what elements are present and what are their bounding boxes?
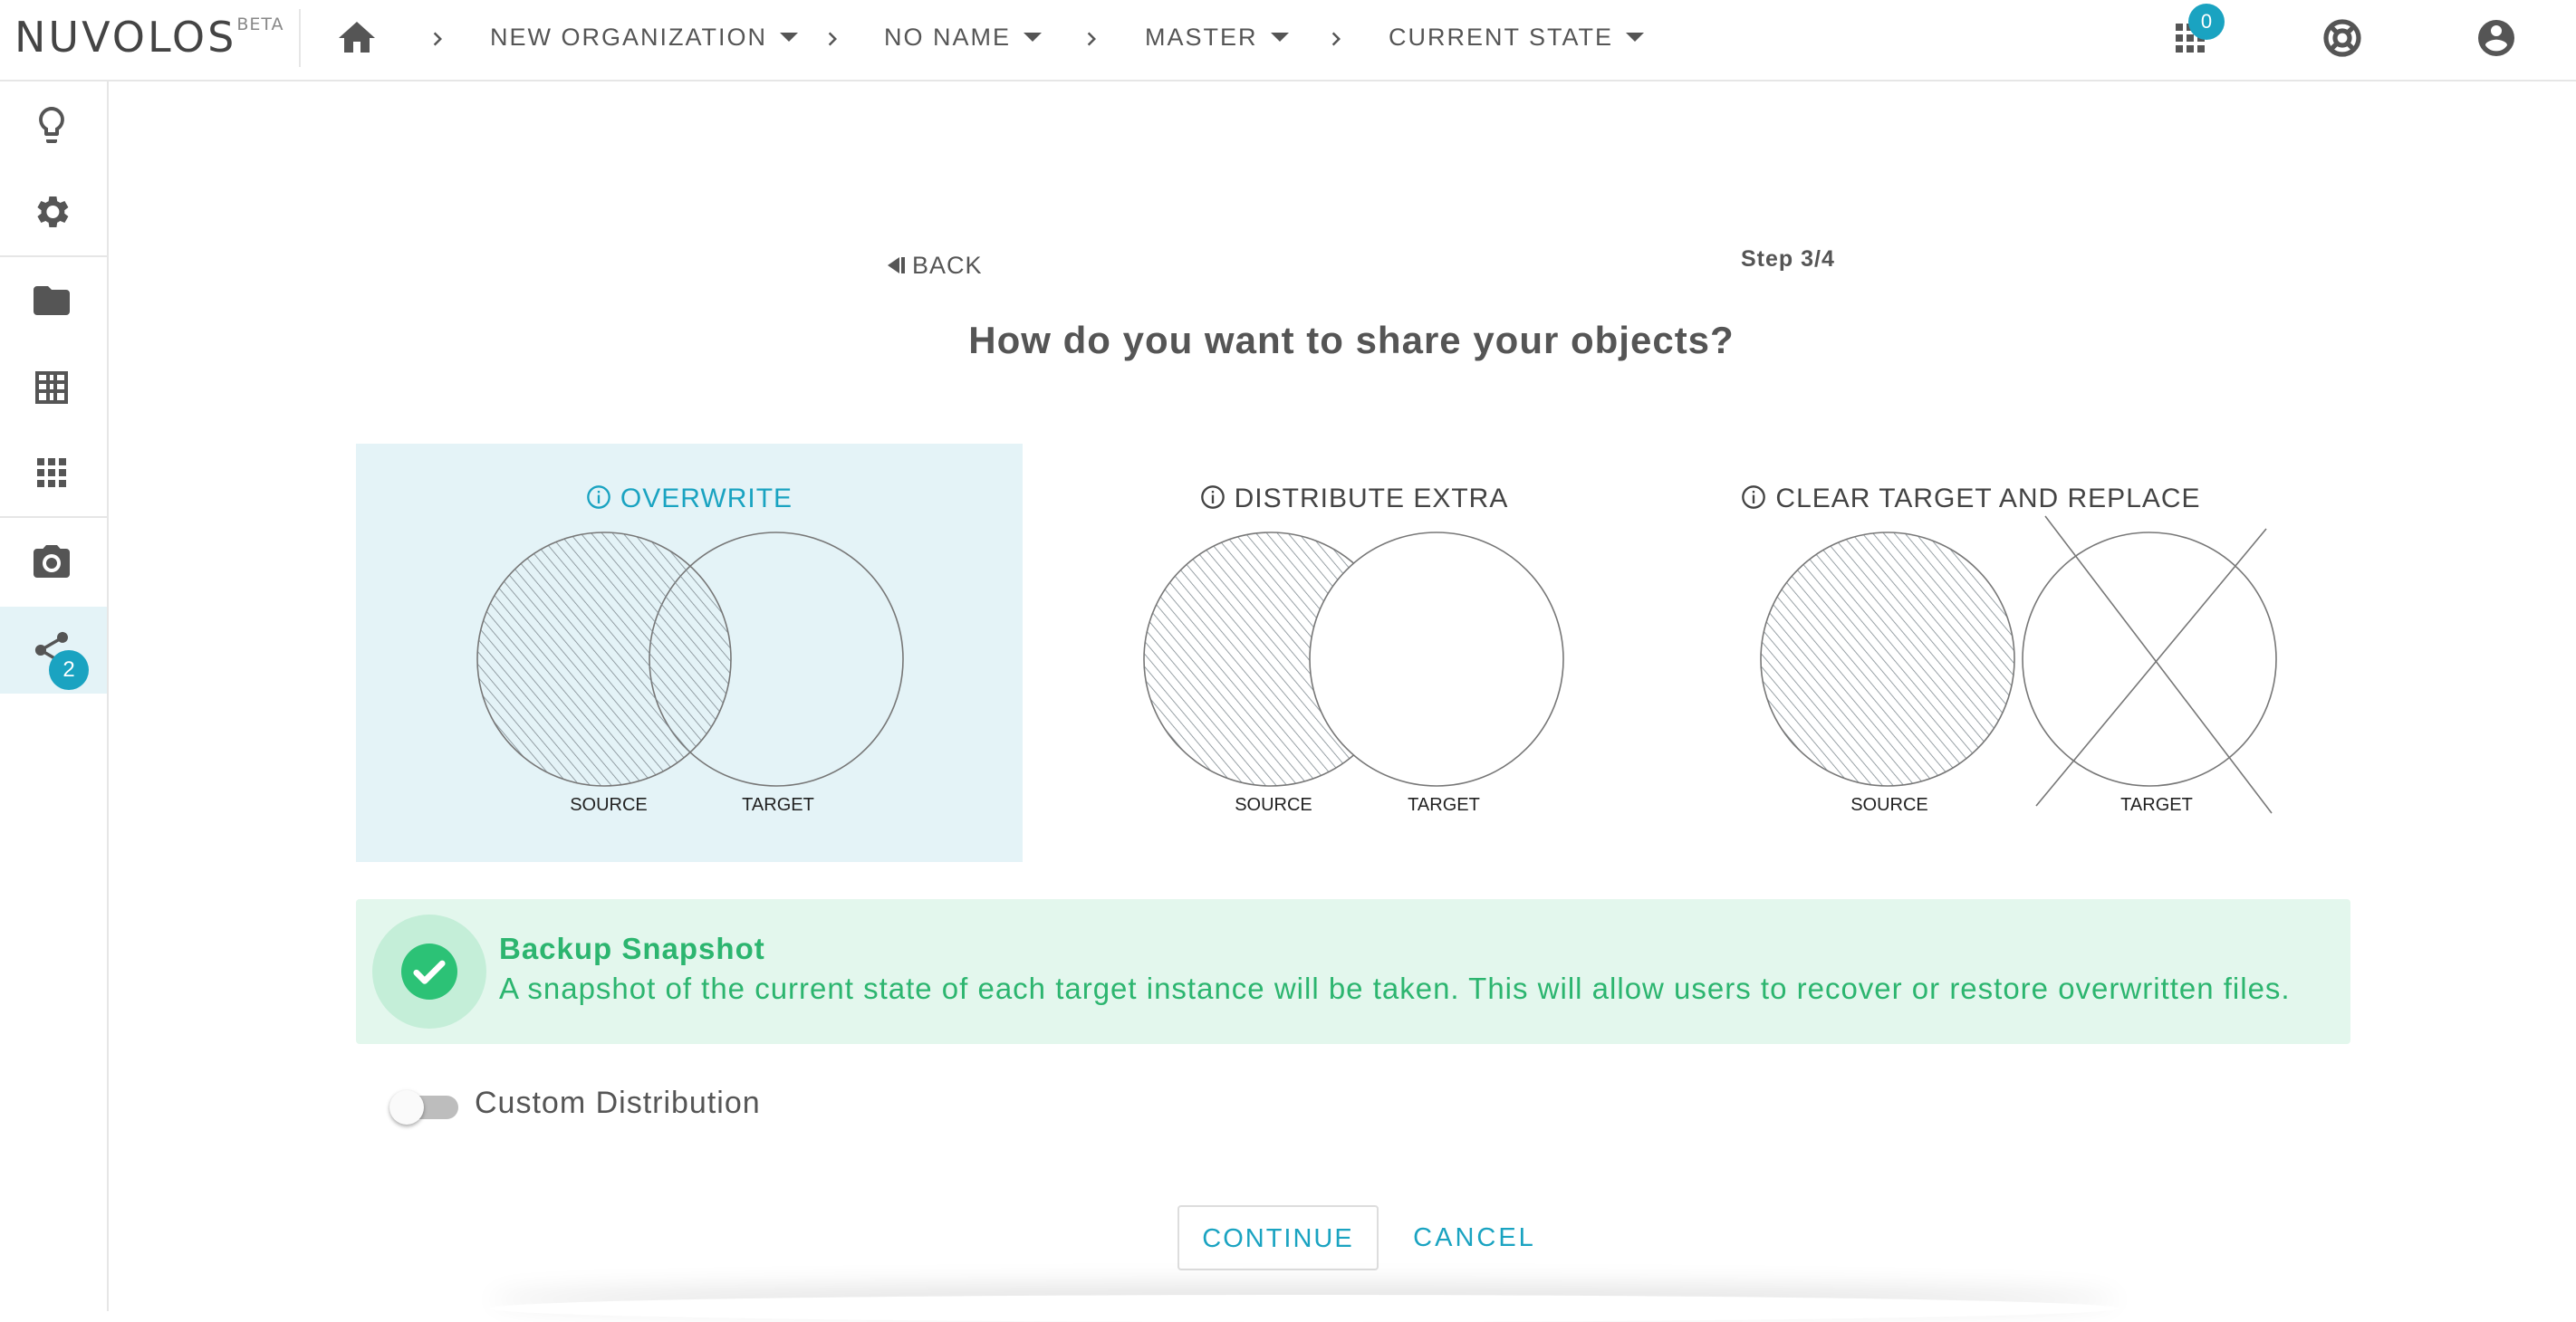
clear-target-venn-diagram: SOURCE TARGET [1760, 515, 2277, 815]
breadcrumb-snapshot[interactable]: CURRENT STATE [1389, 24, 1645, 52]
option-clear-target-and-replace[interactable]: CLEAR TARGET AND REPLACE SOURCE TARGET [1638, 444, 2304, 862]
success-icon-ring [372, 915, 486, 1029]
caret-down-icon [1626, 32, 1645, 42]
gear-icon [37, 196, 69, 227]
page-title: How do you want to share your objects? [968, 319, 1735, 361]
backup-snapshot-alert: Backup Snapshot A snapshot of the curren… [356, 899, 2350, 1044]
beta-tag: BETA [236, 14, 284, 34]
target-label: TARGET [742, 795, 814, 815]
option-distribute-extra[interactable]: DISTRIBUTE EXTRA SOURCE TARGET [1021, 444, 1687, 862]
home-icon[interactable] [335, 16, 379, 60]
source-label: SOURCE [1235, 795, 1312, 815]
folder-icon [34, 286, 70, 315]
account-circle-icon[interactable] [2475, 16, 2518, 60]
overwrite-venn-diagram: SOURCE TARGET [476, 532, 904, 815]
target-label: TARGET [1408, 795, 1480, 815]
toggle-knob [389, 1090, 424, 1125]
caret-down-icon [1270, 32, 1289, 42]
breadcrumb-instance[interactable]: MASTER [1145, 24, 1289, 52]
breadcrumb-organization[interactable]: NEW ORGANIZATION [490, 24, 798, 52]
snapshot-description: A snapshot of the current state of each … [499, 972, 2291, 1005]
continue-button[interactable]: CONTINUE [1177, 1205, 1379, 1270]
sidebar-item-dashboard[interactable] [0, 81, 107, 168]
distribute-extra-venn-diagram: SOURCE TARGET [1143, 532, 1564, 815]
apps-count-badge: 0 [2188, 4, 2225, 40]
table-icon [35, 371, 68, 404]
caret-down-icon [780, 32, 798, 42]
distribute-count-badge: 2 [49, 650, 89, 690]
app-logo[interactable]: NUVOLOSBETA [14, 13, 284, 62]
back-button[interactable]: BACK [888, 252, 983, 280]
logo-divider [299, 9, 301, 67]
cancel-button[interactable]: CANCEL [1395, 1205, 1554, 1270]
sidebar-item-settings[interactable] [0, 168, 107, 255]
chevron-right-icon [433, 32, 442, 46]
option-overwrite[interactable]: OVERWRITE SOURCE TARGET [356, 444, 1023, 862]
custom-distribution-toggle[interactable] [389, 1090, 462, 1125]
source-label: SOURCE [1850, 795, 1928, 815]
source-label: SOURCE [570, 795, 648, 815]
snapshot-title: Backup Snapshot [499, 932, 765, 965]
step-indicator: Step 3/4 [1741, 246, 1835, 272]
target-label: TARGET [2120, 795, 2193, 815]
back-arrow-icon [888, 256, 899, 273]
top-bar: NUVOLOSBETA NEW ORGANIZATION NO NAME MAS… [0, 0, 2576, 81]
sidebar-item-distribute[interactable]: 2 [0, 607, 107, 694]
chevron-right-icon [828, 32, 837, 46]
camera-icon [34, 545, 70, 578]
breadcrumb-space[interactable]: NO NAME [884, 24, 1043, 52]
back-arrow-bar [901, 256, 905, 273]
chevron-right-icon [1331, 32, 1341, 46]
caret-down-icon [1024, 32, 1043, 42]
bottom-panel-shadow [489, 1295, 2119, 1322]
custom-distribution-label: Custom Distribution [475, 1086, 761, 1120]
help-lifebuoy-icon[interactable] [2321, 16, 2364, 60]
chevron-right-icon [1087, 32, 1096, 46]
sidebar-item-applications[interactable] [0, 429, 107, 516]
sidebar-item-snapshots[interactable] [0, 518, 107, 605]
apps-grid-icon [37, 458, 66, 487]
check-circle-icon [401, 944, 457, 1000]
sidebar: 2 [0, 81, 109, 1311]
lightbulb-icon [39, 107, 64, 143]
